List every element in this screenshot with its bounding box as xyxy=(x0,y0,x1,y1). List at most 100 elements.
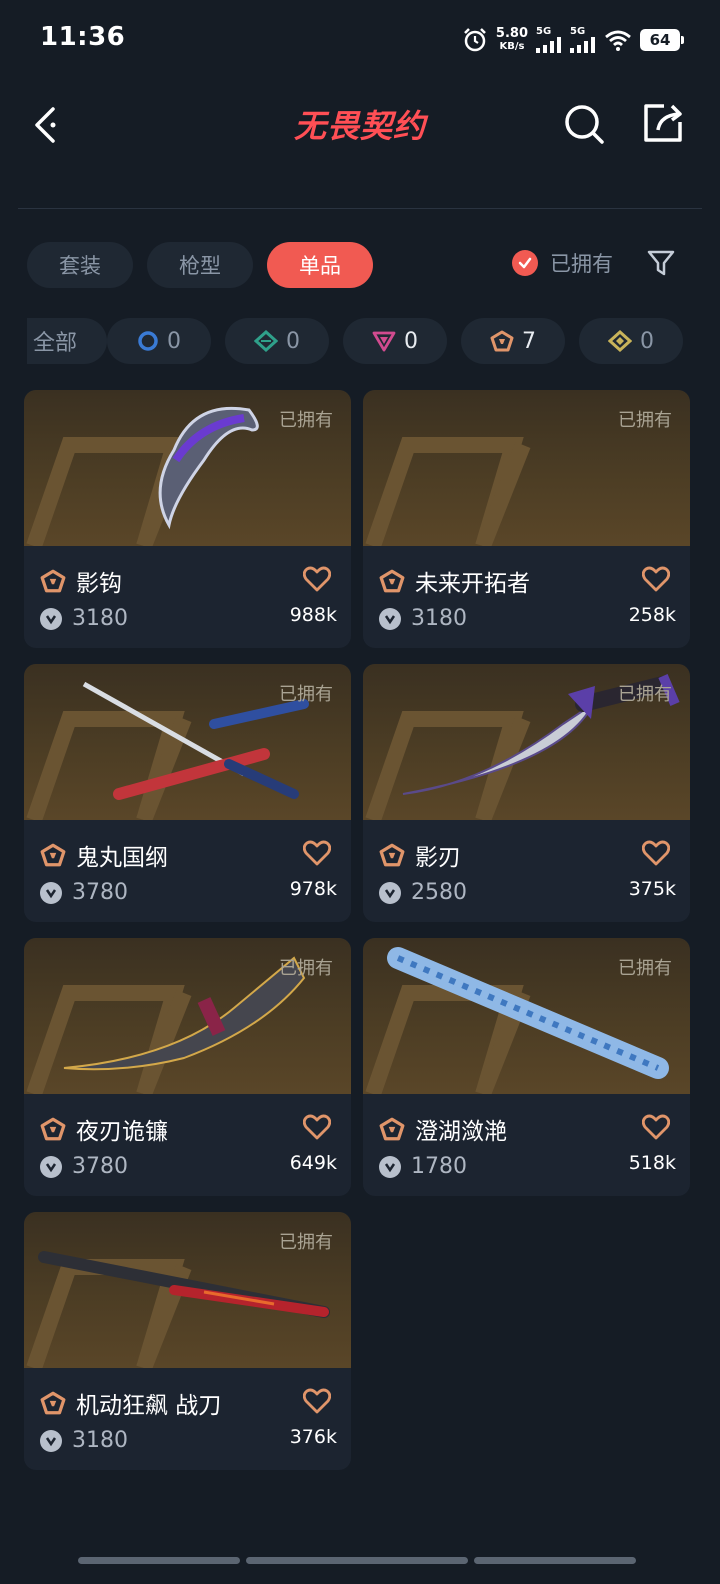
item-card[interactable]: 已拥有影刃 2580 375k xyxy=(363,664,690,922)
item-price: 3780 xyxy=(72,880,128,905)
chip-ultra-tier[interactable]: 0 xyxy=(579,318,683,364)
status-bar: 11:36 5.80 KB/s 5G 5G 64 xyxy=(0,0,720,80)
owned-toggle-label: 已拥有 xyxy=(550,252,613,276)
tab-bundles[interactable]: 套装 xyxy=(27,242,133,288)
valorant-points-icon xyxy=(40,1155,62,1178)
share-button[interactable] xyxy=(640,100,686,146)
item-card[interactable]: 已拥有影钩 3180 988k xyxy=(24,390,351,648)
status-icons: 5.80 KB/s 5G 5G 64 xyxy=(462,22,684,58)
category-tabs: 套装 枪型 单品 xyxy=(27,242,373,288)
owned-tag: 已拥有 xyxy=(618,410,672,431)
like-count: 988k xyxy=(289,604,337,626)
app-header: 无畏契约 xyxy=(0,90,720,160)
filter-button[interactable] xyxy=(646,248,676,278)
net-speed: 5.80 KB/s xyxy=(496,27,528,53)
tier-chip-row: 全部 0 0 0 7 0 xyxy=(27,318,693,364)
item-price-row: 3180 xyxy=(379,606,467,631)
item-price: 3180 xyxy=(72,606,128,631)
chip-select-tier[interactable]: 0 xyxy=(107,318,211,364)
item-card[interactable]: 已拥有夜刃诡镰 3780 649k xyxy=(24,938,351,1196)
exclusive-tier-icon xyxy=(379,843,405,867)
item-card[interactable]: 已拥有鬼丸国纲 3780 978k xyxy=(24,664,351,922)
back-chevron-icon xyxy=(35,107,56,143)
net-speed-value: 5.80 xyxy=(495,26,528,41)
item-name: 机动狂飙 战刀 xyxy=(76,1393,222,1419)
item-name-row: 夜刃诡镰 xyxy=(40,1112,168,1146)
chip-premium-tier[interactable]: 0 xyxy=(343,318,447,364)
heart-icon xyxy=(302,840,332,866)
item-price-row: 1780 xyxy=(379,1154,467,1179)
signal-1: 5G xyxy=(536,27,562,53)
checkmark-icon xyxy=(512,250,538,276)
item-card[interactable]: 已拥有 澄湖潋滟 1780 518k xyxy=(363,938,690,1196)
item-name: 澄湖潋滟 xyxy=(415,1119,507,1145)
tab-single-item[interactable]: 单品 xyxy=(267,242,373,288)
item-name: 夜刃诡镰 xyxy=(76,1119,168,1145)
favorite-button[interactable] xyxy=(302,840,332,866)
valorant-points-icon xyxy=(379,881,401,904)
exclusive-tier-icon xyxy=(490,330,514,352)
exclusive-tier-icon xyxy=(40,569,66,593)
favorite-button[interactable] xyxy=(641,566,671,592)
owned-tag: 已拥有 xyxy=(279,958,333,979)
favorite-button[interactable] xyxy=(641,840,671,866)
owned-tag: 已拥有 xyxy=(279,684,333,705)
owned-toggle[interactable]: 已拥有 xyxy=(512,248,613,278)
favorite-button[interactable] xyxy=(641,1114,671,1140)
sim1-label: 5G xyxy=(536,26,552,37)
item-price: 3780 xyxy=(72,1154,128,1179)
heart-icon xyxy=(302,1388,332,1414)
exclusive-tier-icon xyxy=(40,1391,66,1415)
like-count: 649k xyxy=(289,1152,337,1174)
valorant-points-icon xyxy=(379,1155,401,1178)
exclusive-tier-icon xyxy=(379,1117,405,1141)
owned-tag: 已拥有 xyxy=(279,410,333,431)
item-price-row: 2580 xyxy=(379,880,467,905)
favorite-button[interactable] xyxy=(302,1388,332,1414)
filter-icon xyxy=(647,250,675,276)
item-card[interactable]: 已拥有 机动狂飙 战刀 3180 376k xyxy=(24,1212,351,1470)
chip-all[interactable]: 全部 xyxy=(27,318,107,364)
owned-tag: 已拥有 xyxy=(279,1232,333,1253)
heart-icon xyxy=(641,840,671,866)
item-name-row: 未来开拓者 xyxy=(379,564,530,598)
like-count: 375k xyxy=(628,878,676,900)
chip-deluxe-tier[interactable]: 0 xyxy=(225,318,329,364)
chip-count: 0 xyxy=(640,328,654,354)
wifi-icon xyxy=(605,30,631,51)
item-name-row: 鬼丸国纲 xyxy=(40,838,168,872)
brand-text: 无畏契约 xyxy=(293,107,426,145)
favorite-button[interactable] xyxy=(302,1114,332,1140)
like-count: 978k xyxy=(289,878,337,900)
item-name-row: 机动狂飙 战刀 xyxy=(40,1386,221,1420)
chip-exclusive-tier[interactable]: 7 xyxy=(461,318,565,364)
owned-tag: 已拥有 xyxy=(618,684,672,705)
battery-indicator: 64 xyxy=(640,29,684,51)
item-name-row: 影刃 xyxy=(379,838,461,872)
back-button[interactable] xyxy=(26,100,66,150)
search-button[interactable] xyxy=(562,102,606,146)
home-indicator xyxy=(474,1557,636,1564)
like-count: 258k xyxy=(628,604,676,626)
item-price: 3180 xyxy=(72,1428,128,1453)
favorite-button[interactable] xyxy=(302,566,332,592)
home-indicator xyxy=(78,1557,240,1564)
search-icon xyxy=(565,105,604,144)
valorant-points-icon xyxy=(40,881,62,904)
clock: 11:36 xyxy=(40,22,126,52)
valorant-points-icon xyxy=(40,1429,62,1452)
signal-2: 5G xyxy=(570,27,596,53)
tab-weapon-type[interactable]: 枪型 xyxy=(147,242,253,288)
item-card[interactable]: 已拥有未来开拓者 3180 258k xyxy=(363,390,690,648)
item-price-row: 3780 xyxy=(40,1154,128,1179)
item-price-row: 3180 xyxy=(40,606,128,631)
heart-icon xyxy=(302,1114,332,1140)
heart-icon xyxy=(641,566,671,592)
like-count: 518k xyxy=(628,1152,676,1174)
ultra-tier-icon xyxy=(608,330,632,352)
deluxe-tier-icon xyxy=(254,330,278,352)
chip-all-label: 全部 xyxy=(32,331,77,356)
share-icon xyxy=(644,104,682,142)
item-name-row: 影钩 xyxy=(40,564,122,598)
brand-logo: 无畏契约 xyxy=(280,104,440,145)
